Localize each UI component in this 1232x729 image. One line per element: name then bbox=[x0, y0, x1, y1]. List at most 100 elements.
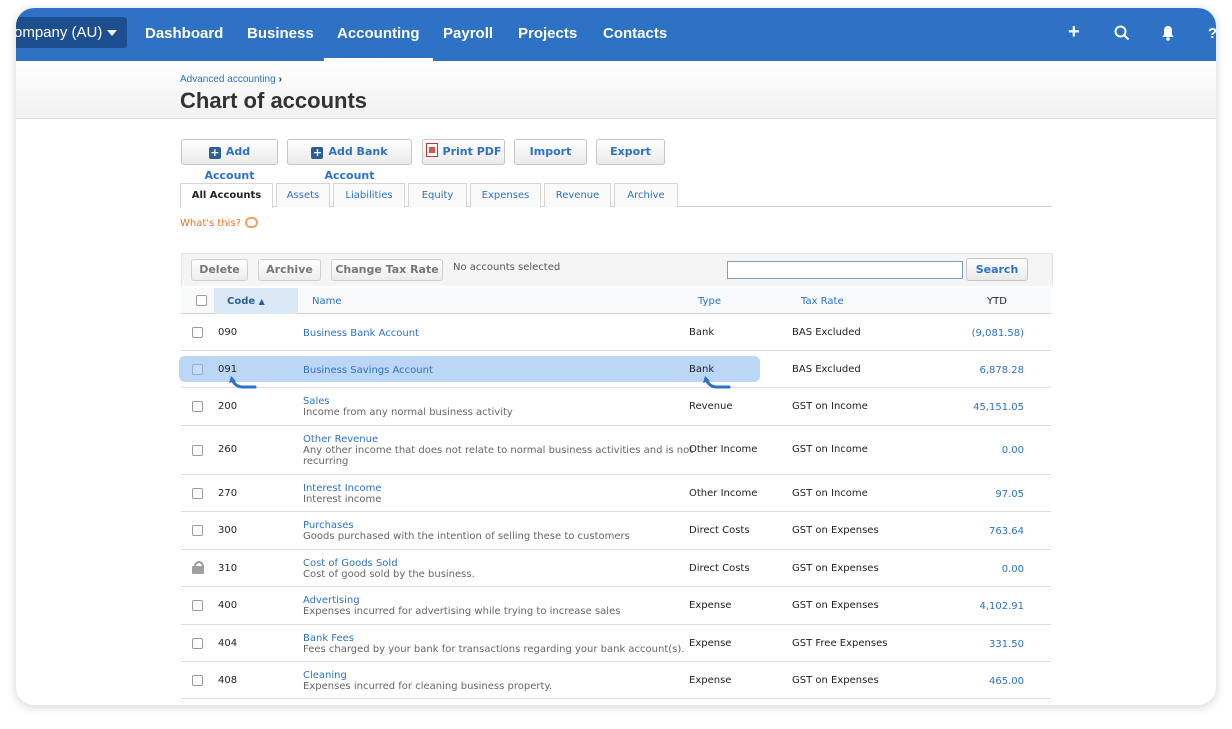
row-checkbox[interactable] bbox=[192, 638, 203, 649]
row-checkbox[interactable] bbox=[192, 600, 203, 611]
table-row[interactable]: 300 Purchases Goods purchased with the i… bbox=[181, 512, 1051, 550]
row-checkbox[interactable] bbox=[192, 525, 203, 536]
ytd-value[interactable]: 763.64 bbox=[989, 526, 1024, 537]
account-code: 404 bbox=[218, 638, 238, 649]
account-code: 300 bbox=[218, 525, 238, 536]
add-bank-account-button[interactable]: + Add Bank Account bbox=[287, 139, 412, 182]
tax-rate: BAS Excluded bbox=[792, 327, 861, 338]
breadcrumb: Advanced accounting › bbox=[180, 74, 282, 85]
table-row[interactable]: 090 Business Bank Account Bank BAS Exclu… bbox=[181, 314, 1051, 351]
nav-business[interactable]: Business bbox=[247, 8, 314, 61]
tab-revenue[interactable]: Revenue bbox=[544, 183, 611, 207]
ytd-value[interactable]: 97.05 bbox=[995, 489, 1024, 500]
account-type: Bank bbox=[689, 327, 715, 338]
select-all-checkbox[interactable] bbox=[196, 295, 207, 306]
search-input[interactable] bbox=[727, 261, 963, 279]
table-row[interactable]: 270 Interest Income Interest income Othe… bbox=[181, 475, 1051, 512]
import-button[interactable]: Import bbox=[514, 139, 587, 165]
tab-expenses[interactable]: Expenses bbox=[470, 183, 541, 207]
change-tax-rate-button[interactable]: Change Tax Rate bbox=[331, 259, 443, 281]
ytd-value[interactable]: 45,151.05 bbox=[973, 402, 1024, 413]
account-description: Goods purchased with the intention of se… bbox=[303, 531, 630, 542]
top-navigation: ompany (AU) Dashboard Business Accountin… bbox=[16, 8, 1216, 61]
nav-accounting[interactable]: Accounting bbox=[324, 8, 433, 61]
ytd-value[interactable]: 6,878.28 bbox=[979, 365, 1024, 376]
account-description: Any other income that does not relate to… bbox=[303, 445, 694, 456]
row-checkbox[interactable] bbox=[192, 488, 203, 499]
table-row[interactable]: 400 Advertising Expenses incurred for ad… bbox=[181, 587, 1051, 625]
nav-dashboard[interactable]: Dashboard bbox=[145, 8, 223, 61]
account-name[interactable]: Bank Fees bbox=[303, 633, 354, 644]
ytd-value[interactable]: 0.00 bbox=[1002, 445, 1024, 456]
row-checkbox[interactable] bbox=[192, 327, 203, 338]
tax-rate: GST on Income bbox=[792, 444, 868, 455]
account-name[interactable]: Sales bbox=[303, 396, 330, 407]
name-column-header[interactable]: Name bbox=[312, 296, 342, 307]
table-toolbar: Delete Archive Change Tax Rate No accoun… bbox=[181, 253, 1053, 286]
account-name[interactable]: Business Savings Account bbox=[303, 365, 433, 376]
search-button[interactable]: Search bbox=[966, 258, 1028, 281]
ytd-value[interactable]: 4,102.91 bbox=[979, 601, 1024, 612]
add-account-button[interactable]: + Add Account bbox=[181, 139, 278, 182]
nav-payroll[interactable]: Payroll bbox=[443, 8, 493, 61]
table-row[interactable]: 260 Other Revenue Any other income that … bbox=[181, 426, 1051, 475]
caret-down-icon bbox=[107, 30, 118, 37]
account-name[interactable]: Other Revenue bbox=[303, 434, 378, 445]
row-checkbox[interactable] bbox=[192, 445, 203, 456]
table-row[interactable]: 310 Cost of Goods Sold Cost of good sold… bbox=[181, 550, 1051, 587]
pdf-icon bbox=[425, 143, 438, 157]
account-type: Direct Costs bbox=[689, 525, 750, 536]
breadcrumb-advanced-accounting[interactable]: Advanced accounting bbox=[180, 74, 276, 85]
tab-all-accounts[interactable]: All Accounts bbox=[180, 183, 273, 208]
account-code: 400 bbox=[218, 600, 238, 611]
nav-contacts[interactable]: Contacts bbox=[603, 8, 667, 61]
ytd-column-header: YTD bbox=[987, 296, 1007, 307]
tax-rate-column-header[interactable]: Tax Rate bbox=[801, 296, 844, 307]
account-name[interactable]: Interest Income bbox=[303, 483, 382, 494]
account-name[interactable]: Advertising bbox=[303, 595, 360, 606]
tab-liabilities[interactable]: Liabilities bbox=[333, 183, 405, 207]
plus-square-icon: + bbox=[208, 146, 221, 159]
ytd-value[interactable]: (9,081.58) bbox=[972, 328, 1024, 339]
row-checkbox[interactable] bbox=[192, 675, 203, 686]
table-row[interactable]: 408 Cleaning Expenses incurred for clean… bbox=[181, 662, 1051, 699]
ytd-value[interactable]: 0.00 bbox=[1002, 564, 1024, 575]
speech-bubble-icon bbox=[244, 217, 258, 228]
ytd-value[interactable]: 331.50 bbox=[989, 639, 1024, 650]
account-type: Other Income bbox=[689, 444, 758, 455]
account-code: 200 bbox=[218, 401, 238, 412]
print-pdf-button[interactable]: Print PDF bbox=[422, 139, 505, 165]
account-name[interactable]: Purchases bbox=[303, 520, 354, 531]
tab-archive[interactable]: Archive bbox=[614, 183, 678, 207]
delete-button[interactable]: Delete bbox=[191, 259, 248, 281]
ytd-value[interactable]: 465.00 bbox=[989, 676, 1024, 687]
table-row[interactable]: 200 Sales Income from any normal busines… bbox=[181, 388, 1051, 426]
account-description: Expenses incurred for cleaning business … bbox=[303, 681, 553, 692]
row-checkbox[interactable] bbox=[192, 401, 203, 412]
export-button[interactable]: Export bbox=[596, 139, 665, 165]
plus-icon[interactable]: + bbox=[1068, 22, 1080, 42]
table-row[interactable]: 404 Bank Fees Fees charged by your bank … bbox=[181, 625, 1051, 662]
account-description: Expenses incurred for advertising while … bbox=[303, 606, 621, 617]
bell-icon[interactable] bbox=[1161, 25, 1175, 44]
account-description: Interest income bbox=[303, 494, 382, 505]
app-window: ompany (AU) Dashboard Business Accountin… bbox=[16, 8, 1216, 705]
lock-icon bbox=[192, 561, 204, 574]
account-name[interactable]: Business Bank Account bbox=[303, 328, 419, 339]
archive-button[interactable]: Archive bbox=[258, 259, 321, 281]
type-column-header[interactable]: Type bbox=[698, 296, 721, 307]
whats-this-link[interactable]: What's this? bbox=[180, 217, 258, 229]
organisation-switcher[interactable]: ompany (AU) bbox=[16, 17, 128, 48]
account-description: Income from any normal business activity bbox=[303, 407, 513, 418]
row-checkbox[interactable] bbox=[192, 364, 203, 375]
help-icon[interactable]: ? bbox=[1208, 25, 1216, 43]
code-column-header[interactable]: Code ▲ bbox=[214, 288, 298, 314]
account-type: Other Income bbox=[689, 488, 758, 499]
tab-assets[interactable]: Assets bbox=[276, 183, 330, 207]
account-name[interactable]: Cleaning bbox=[303, 670, 347, 681]
account-name[interactable]: Cost of Goods Sold bbox=[303, 558, 398, 569]
tab-equity[interactable]: Equity bbox=[408, 183, 467, 207]
nav-projects[interactable]: Projects bbox=[518, 8, 577, 61]
table-row[interactable]: 091 Business Savings Account Bank BAS Ex… bbox=[181, 351, 1051, 389]
search-icon[interactable] bbox=[1114, 25, 1130, 44]
